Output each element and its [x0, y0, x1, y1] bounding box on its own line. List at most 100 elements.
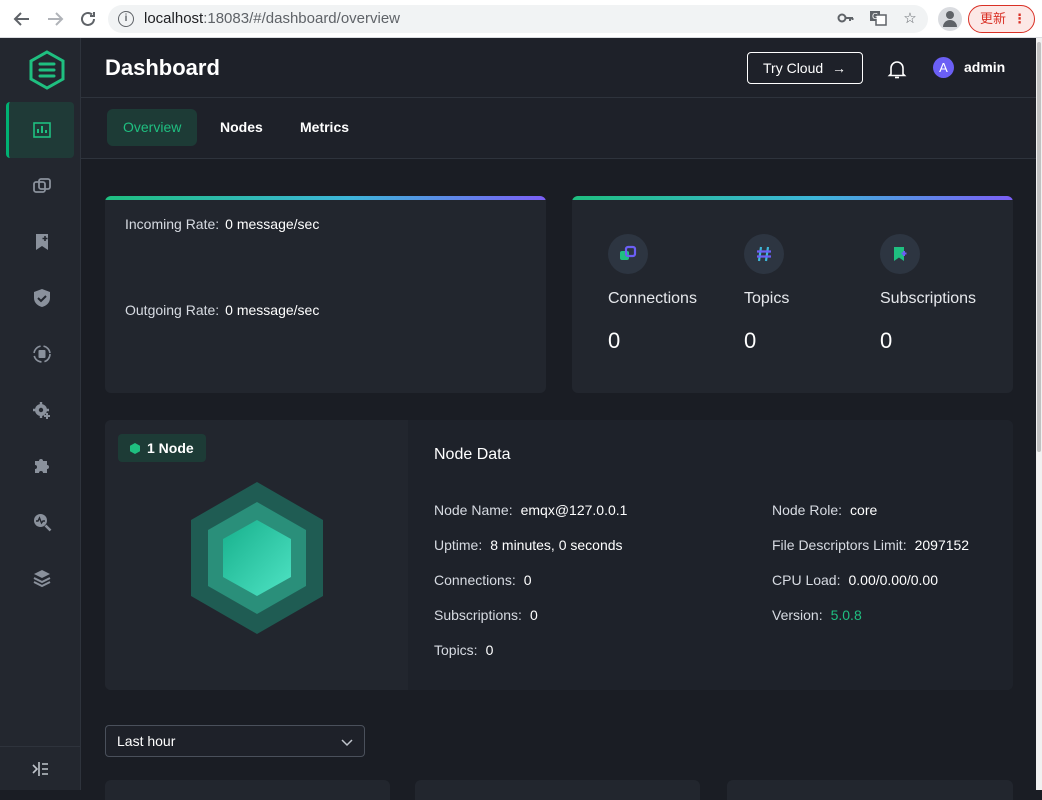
stat-value: 0	[608, 328, 621, 353]
sidebar-item-extensions[interactable]	[6, 438, 74, 494]
incoming-rate: Incoming Rate: 0 message/sec	[125, 216, 319, 232]
fd-limit-field: File Descriptors Limit: 2097152	[772, 537, 969, 553]
sidebar	[0, 38, 81, 790]
field-label: Topics:	[434, 642, 478, 658]
hexagon-icon	[130, 443, 140, 454]
dashboard-icon	[33, 122, 51, 138]
card-gradient-bar	[572, 196, 1013, 200]
puzzle-icon	[35, 459, 49, 473]
version-field: Version: 5.0.8	[772, 607, 862, 623]
sidebar-item-connections[interactable]	[6, 158, 74, 214]
try-cloud-label: Try Cloud	[763, 60, 824, 76]
node-summary: 1 Node	[105, 420, 408, 690]
incoming-rate-label: Incoming Rate:	[125, 216, 220, 232]
avatar[interactable]: A	[933, 57, 954, 78]
tab-metrics[interactable]: Metrics	[284, 109, 365, 146]
node-count-label: 1 Node	[147, 440, 194, 456]
key-icon[interactable]	[836, 9, 856, 29]
rate-card: Incoming Rate: 0 message/sec Outgoing Rat…	[105, 196, 546, 393]
sidebar-item-integration[interactable]	[6, 326, 74, 382]
site-info-icon[interactable]: i	[118, 11, 134, 27]
svg-text:G: G	[872, 12, 878, 21]
back-icon[interactable]	[11, 8, 33, 30]
bell-icon[interactable]	[886, 58, 908, 80]
sidebar-item-access-control[interactable]	[6, 270, 74, 326]
sidebar-collapse-button[interactable]	[0, 746, 80, 790]
profile-icon[interactable]	[938, 7, 962, 31]
node-connections-field: Connections: 0	[434, 572, 532, 588]
stats-card: Connections 0 Topics 0 Subscriptions 0	[572, 196, 1013, 393]
gear-plus-icon	[33, 402, 50, 419]
tab-overview[interactable]: Overview	[107, 109, 198, 146]
stat-label: Subscriptions	[880, 290, 977, 307]
translate-icon[interactable]: G	[868, 9, 888, 29]
update-button[interactable]: 更新 ⋮	[968, 5, 1035, 33]
forward-icon[interactable]	[44, 8, 66, 30]
node-card: 1 Node Node Data Node Name: emqx@127.0.0.…	[105, 420, 1013, 690]
username[interactable]: admin	[964, 59, 1005, 75]
hash-icon	[744, 234, 784, 274]
field-label: Connections:	[434, 572, 516, 588]
more-menu-icon[interactable]: ⋮	[1013, 6, 1026, 32]
time-range-select[interactable]: Last hour	[105, 725, 365, 757]
cpu-load-field: CPU Load: 0.00/0.00/0.00	[772, 572, 938, 588]
sidebar-item-management[interactable]	[6, 382, 74, 438]
uptime-field: Uptime: 8 minutes, 0 seconds	[434, 537, 623, 553]
incoming-rate-value: 0 message/sec	[225, 216, 320, 232]
node-data-title: Node Data	[434, 446, 511, 463]
shield-icon	[34, 289, 50, 307]
arrow-right-icon: →	[832, 60, 846, 76]
page-scrollbar[interactable]	[1036, 38, 1042, 790]
stat-subscriptions: Subscriptions 0	[880, 234, 1000, 354]
node-subscriptions-field: Subscriptions: 0	[434, 607, 538, 623]
node-count-badge: 1 Node	[118, 434, 206, 462]
sidebar-item-dashboard[interactable]	[6, 102, 74, 158]
field-value: 8 minutes, 0 seconds	[490, 537, 623, 553]
diagnose-icon	[34, 514, 52, 532]
node-hexagon-graphic	[191, 482, 323, 634]
time-range-value: Last hour	[117, 733, 176, 749]
outgoing-rate-value: 0 message/sec	[225, 302, 320, 318]
stat-value: 0	[744, 328, 757, 353]
node-name-field: Node Name: emqx@127.0.0.1	[434, 502, 627, 518]
field-label: Subscriptions:	[434, 607, 522, 623]
emqx-logo[interactable]	[27, 50, 67, 90]
field-label: File Descriptors Limit:	[772, 537, 907, 553]
field-label: Node Role:	[772, 502, 843, 518]
field-value: 0	[529, 607, 538, 623]
field-value: core	[850, 502, 878, 518]
stat-label: Topics	[744, 290, 790, 307]
try-cloud-button[interactable]: Try Cloud →	[747, 52, 863, 84]
node-topics-field: Topics: 0	[434, 642, 493, 658]
field-value: 2097152	[914, 537, 970, 553]
bookmark-star-icon[interactable]: ☆	[900, 9, 920, 29]
reload-icon[interactable]	[77, 8, 99, 30]
field-value: emqx@127.0.0.1	[520, 502, 628, 518]
field-label: Uptime:	[434, 537, 483, 553]
collapse-menu-icon	[32, 762, 48, 776]
url-text[interactable]: localhost:18083/#/dashboard/overview	[144, 10, 400, 27]
address-bar[interactable]: i localhost:18083/#/dashboard/overview G…	[108, 5, 928, 33]
layers-icon	[33, 570, 51, 588]
main-content: Incoming Rate: 0 message/sec Outgoing Rat…	[81, 160, 1036, 800]
stat-value: 0	[880, 328, 893, 353]
field-value: 5.0.8	[830, 607, 862, 623]
field-value: 0.00/0.00/0.00	[848, 572, 939, 588]
field-label: CPU Load:	[772, 572, 841, 588]
url-path: :18083/#/dashboard/overview	[203, 10, 401, 27]
subscriptions-icon	[880, 234, 920, 274]
page-header: Dashboard Try Cloud → A admin	[81, 38, 1036, 98]
stat-connections: Connections 0	[608, 234, 728, 354]
clients-icon	[33, 178, 51, 193]
sidebar-item-subscriptions[interactable]	[6, 214, 74, 270]
metric-card	[727, 780, 1013, 800]
sidebar-item-diagnose[interactable]	[6, 494, 74, 550]
tab-nodes[interactable]: Nodes	[204, 109, 279, 146]
sidebar-item-system[interactable]	[6, 550, 74, 606]
bookmark-add-icon	[36, 234, 48, 250]
card-gradient-bar	[105, 196, 546, 200]
connections-icon	[608, 234, 648, 274]
data-integration-icon	[33, 345, 51, 363]
field-value: 0	[485, 642, 494, 658]
browser-toolbar: i localhost:18083/#/dashboard/overview G…	[0, 0, 1042, 38]
